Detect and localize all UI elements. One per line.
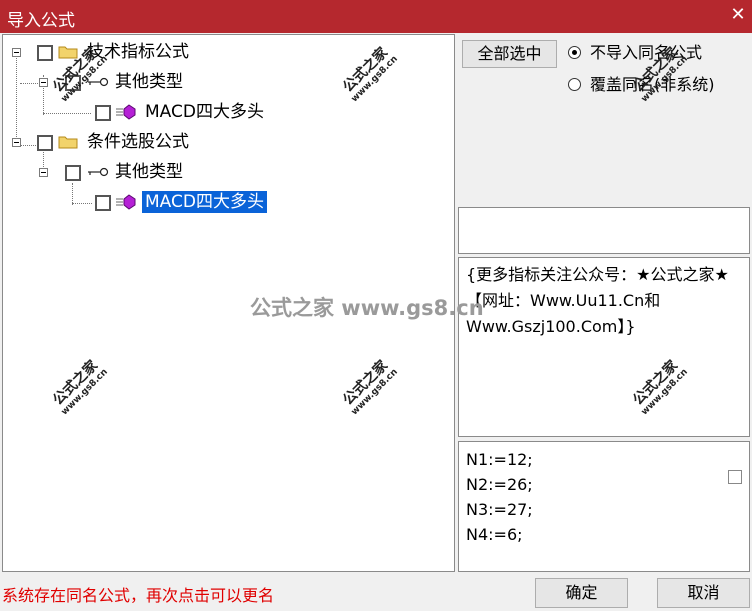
radio-icon[interactable] (568, 78, 581, 91)
folder-icon (58, 136, 78, 149)
param-line: N1:=12; (466, 450, 533, 469)
formula-icon (116, 194, 136, 210)
radio-icon[interactable] (568, 46, 581, 59)
key-icon (88, 167, 109, 177)
collapse-icon[interactable] (39, 78, 48, 87)
tree-item-label: 技术指标公式 (87, 42, 189, 62)
tree-item-label: 其他类型 (115, 72, 183, 92)
tree-item-label: 其他类型 (115, 162, 183, 182)
formula-params-panel: N1:=12; N2:=26; N3:=27; N4:=6; (458, 441, 750, 572)
param-line: N3:=27; (466, 500, 533, 519)
window-title: 导入公式 (7, 11, 75, 31)
collapse-icon[interactable] (12, 138, 21, 147)
key-icon (88, 77, 109, 87)
collapse-icon[interactable] (12, 48, 21, 57)
tree-item-macd[interactable]: MACD四大多头 (3, 101, 303, 123)
checkbox-icon[interactable] (65, 75, 81, 91)
formula-info-text: {更多指标关注公众号：★公式之家★ 【网址：Www.Uu11.Cn和Www.Gs… (466, 265, 729, 336)
checkbox-icon[interactable] (65, 165, 81, 181)
formula-icon (116, 104, 136, 120)
tree-connector (16, 53, 17, 141)
param-line: N4:=6; (466, 525, 523, 544)
tree-item-stock-screening[interactable]: 条件选股公式 (3, 131, 303, 153)
collapse-icon[interactable] (39, 168, 48, 177)
title-bar: 导入公式 ✕ (0, 0, 752, 33)
tree-item-tech-indicators[interactable]: 技术指标公式 (3, 41, 303, 63)
checkbox-icon[interactable] (95, 105, 111, 121)
option-label: 不导入同名公式 (590, 43, 703, 62)
param-line: N2:=26; (466, 475, 533, 494)
description-field[interactable] (458, 207, 750, 254)
tree-item-label: MACD四大多头 (145, 102, 264, 122)
option-no-import-same-name[interactable]: 不导入同名公式 (568, 42, 748, 64)
formula-info-panel: {更多指标关注公众号：★公式之家★ 【网址：Www.Uu11.Cn和Www.Gs… (458, 257, 750, 437)
checkbox-icon[interactable] (37, 45, 53, 61)
checkbox-icon[interactable] (728, 470, 742, 484)
tree-item-macd-selected[interactable]: MACD四大多头 (3, 191, 303, 213)
watermark-center: 公式之家 www.gs8.cn (250, 296, 484, 320)
checkbox-icon[interactable] (95, 195, 111, 211)
option-label: 覆盖同名(非系统) (590, 75, 715, 94)
ok-button[interactable]: 确定 (535, 578, 628, 608)
tree-item-label: 条件选股公式 (87, 132, 189, 152)
checkbox-icon[interactable] (37, 135, 53, 151)
folder-icon (58, 46, 78, 59)
close-icon[interactable]: ✕ (727, 4, 749, 26)
option-overwrite-same-name[interactable]: 覆盖同名(非系统) (568, 74, 748, 96)
status-message: 系统存在同名公式，再次点击可以更名 (2, 586, 275, 605)
select-all-button[interactable]: 全部选中 (462, 40, 557, 68)
tree-item-other-types[interactable]: 其他类型 (3, 71, 303, 93)
cancel-button[interactable]: 取消 (657, 578, 750, 608)
tree-item-label: MACD四大多头 (142, 191, 267, 213)
tree-item-other-types[interactable]: 其他类型 (3, 161, 303, 183)
